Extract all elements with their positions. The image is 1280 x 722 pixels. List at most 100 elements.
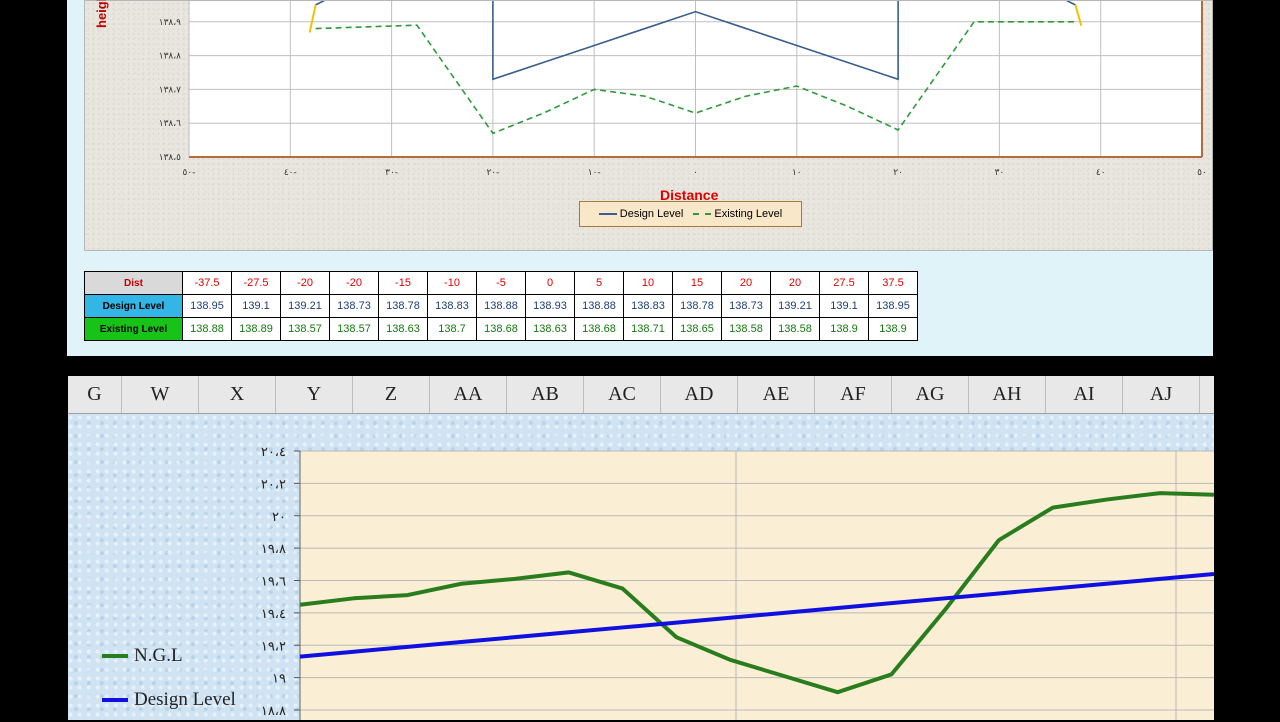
- row-header-dist[interactable]: Dist: [84, 271, 183, 295]
- dist-cell[interactable]: 20: [721, 271, 771, 295]
- existing-cell[interactable]: 138.88: [182, 317, 232, 341]
- design-cell[interactable]: 139.1: [819, 294, 869, 318]
- ngl-y-tick-label: ١٩،٨: [261, 542, 286, 557]
- existing-cell[interactable]: 138.68: [574, 317, 624, 341]
- existing-cell[interactable]: 138.89: [231, 317, 281, 341]
- dist-cell[interactable]: -20: [280, 271, 330, 295]
- levels-table: Dist -37.5 -27.5 -20 -20 -15 -10 -5 0 5 10 15 20 20 2…: [84, 271, 918, 341]
- row-header-existing[interactable]: Existing Level: [84, 317, 183, 341]
- existing-cell[interactable]: 138.63: [525, 317, 575, 341]
- column-header-bar: G W X Y Z AA AB AC AD AE AF AG AH AI AJ: [68, 376, 1214, 414]
- x-tick-label: ٣٠: [995, 168, 1005, 178]
- dist-cell[interactable]: 27.5: [819, 271, 869, 295]
- x-tick-label: ٢٠: [893, 168, 903, 178]
- design-cell[interactable]: 138.83: [623, 294, 673, 318]
- chart-legend: Design Level Existing Level: [579, 201, 802, 227]
- design-cell[interactable]: 138.78: [672, 294, 722, 318]
- existing-cell[interactable]: 138.65: [672, 317, 722, 341]
- column-header-g[interactable]: G: [68, 376, 122, 413]
- design-cell[interactable]: 138.95: [868, 294, 918, 318]
- existing-cell[interactable]: 138.58: [721, 317, 771, 341]
- legend-existing-label: Existing Level: [714, 208, 783, 220]
- ngl-chart-svg: ١٨،٨ ١٩ ١٩،٢ ١٩،٤ ١٩،٦ ١٩،٨ ٢٠ ٢٠،٢ ٢٠،٤: [261, 445, 1214, 720]
- dist-cell[interactable]: 15: [672, 271, 722, 295]
- legend-design: Design Level: [598, 208, 684, 220]
- ngl-y-tick-label: ١٩،٢: [261, 639, 286, 654]
- column-header-aa[interactable]: AA: [430, 376, 507, 413]
- column-header-af[interactable]: AF: [815, 376, 892, 413]
- existing-cell[interactable]: 138.57: [329, 317, 379, 341]
- ngl-y-tick-label: ٢٠: [272, 510, 286, 525]
- legend-ngl-swatch: [102, 654, 128, 658]
- column-header-ah[interactable]: AH: [969, 376, 1046, 413]
- top-panel-body: ١٣٨،٥١٣٨،٦١٣٨،٧١٣٨،٨١٣٨،٩١٣٩٥٠-٤٠-٣٠-٢٠-…: [67, 0, 1213, 356]
- dist-cell[interactable]: -15: [378, 271, 428, 295]
- legend-design-level-swatch: [102, 698, 128, 702]
- existing-cell[interactable]: 138.9: [819, 317, 869, 341]
- column-header-aj[interactable]: AJ: [1123, 376, 1200, 413]
- column-header-ac[interactable]: AC: [584, 376, 661, 413]
- design-cell[interactable]: 138.83: [427, 294, 477, 318]
- y-tick-label: ١٣٨،٦: [159, 119, 181, 129]
- existing-cell[interactable]: 138.7: [427, 317, 477, 341]
- column-header-ae[interactable]: AE: [738, 376, 815, 413]
- existing-cell[interactable]: 138.57: [280, 317, 330, 341]
- dist-cell[interactable]: 0: [525, 271, 575, 295]
- column-header-ai[interactable]: AI: [1046, 376, 1123, 413]
- y-tick-label: ١٣٨،٨: [159, 52, 181, 62]
- design-cell[interactable]: 139.21: [770, 294, 820, 318]
- dist-cell[interactable]: -37.5: [182, 271, 232, 295]
- ngl-y-tick-label: ١٩: [272, 672, 286, 687]
- dist-cell[interactable]: -5: [476, 271, 526, 295]
- x-tick-label: ٢٠-: [486, 168, 499, 178]
- dist-cell[interactable]: -20: [329, 271, 379, 295]
- x-tick-label: ١٠: [792, 168, 802, 178]
- y-tick-label: ١٣٨،٧: [159, 85, 181, 95]
- column-header-z[interactable]: Z: [353, 376, 430, 413]
- existing-cell[interactable]: 138.58: [770, 317, 820, 341]
- design-cell[interactable]: 138.88: [574, 294, 624, 318]
- legend-ngl: N.G.L: [102, 634, 236, 678]
- bottom-panel: G W X Y Z AA AB AC AD AE AF AG AH AI AJ ١٨،٨ ١٩ ١٩،٢ ١٩،٤…: [64, 372, 1216, 720]
- legend-existing: Existing Level: [693, 208, 782, 220]
- existing-cell[interactable]: 138.63: [378, 317, 428, 341]
- x-tick-label: ٣٠-: [385, 168, 398, 178]
- y-tick-label: ١٣٨،٥: [159, 153, 181, 163]
- design-cell[interactable]: 138.73: [329, 294, 379, 318]
- legend-design-swatch: [598, 213, 617, 215]
- ngl-y-tick-label: ١٩،٦: [261, 575, 286, 590]
- design-cell[interactable]: 138.73: [721, 294, 771, 318]
- dist-cell[interactable]: 37.5: [868, 271, 918, 295]
- x-tick-label: ٥٠: [1197, 168, 1207, 178]
- x-tick-label: ٥٠-: [183, 168, 196, 178]
- dist-cell[interactable]: 20: [770, 271, 820, 295]
- column-header-y[interactable]: Y: [276, 376, 353, 413]
- table-row-existing: Existing Level 138.88 138.89 138.57 138.57 1…: [84, 317, 918, 341]
- x-tick-label: ٤٠: [1096, 168, 1106, 178]
- design-cell[interactable]: 139.21: [280, 294, 330, 318]
- legend-design-level-label: Design Level: [134, 689, 236, 710]
- y-tick-label: ١٣٨،٩: [159, 18, 181, 28]
- y-axis-title: height: [94, 0, 109, 28]
- dist-cell[interactable]: -27.5: [231, 271, 281, 295]
- row-header-design[interactable]: Design Level: [84, 294, 183, 318]
- ngl-y-tick-label: ٢٠،٤: [261, 445, 286, 460]
- design-cell[interactable]: 139.1: [231, 294, 281, 318]
- dist-cell[interactable]: 5: [574, 271, 624, 295]
- ngl-y-tick-label: ١٨،٨: [261, 704, 286, 719]
- existing-cell[interactable]: 138.68: [476, 317, 526, 341]
- column-header-x[interactable]: X: [199, 376, 276, 413]
- existing-cell[interactable]: 138.9: [868, 317, 918, 341]
- design-cell[interactable]: 138.93: [525, 294, 575, 318]
- column-header-ag[interactable]: AG: [892, 376, 969, 413]
- column-header-w[interactable]: W: [122, 376, 199, 413]
- dist-cell[interactable]: 10: [623, 271, 673, 295]
- design-cell[interactable]: 138.78: [378, 294, 428, 318]
- column-header-ab[interactable]: AB: [507, 376, 584, 413]
- design-cell[interactable]: 138.95: [182, 294, 232, 318]
- legend-design-label: Design Level: [619, 208, 684, 220]
- design-cell[interactable]: 138.88: [476, 294, 526, 318]
- dist-cell[interactable]: -10: [427, 271, 477, 295]
- existing-cell[interactable]: 138.71: [623, 317, 673, 341]
- column-header-ad[interactable]: AD: [661, 376, 738, 413]
